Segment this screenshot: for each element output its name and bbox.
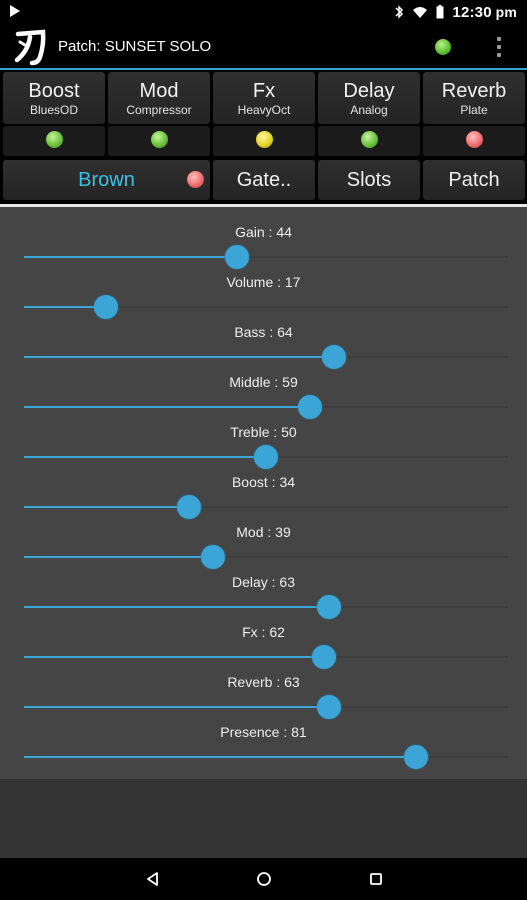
amp-type-label: Brown — [78, 168, 135, 191]
effect-subtitle: Compressor — [126, 103, 192, 117]
effect-title: Fx — [252, 80, 276, 102]
slider-fill — [24, 656, 324, 658]
slider-track[interactable] — [24, 395, 508, 419]
delay-button[interactable]: Delay Analog — [318, 72, 420, 124]
boost-button[interactable]: Boost BluesOD — [3, 72, 105, 124]
gate-label: Gate.. — [236, 168, 292, 191]
recents-icon[interactable] — [364, 868, 388, 890]
reverb-led — [466, 131, 483, 148]
slider-panel: Gain : 44 Volume : 17 Bass : 64 Middle :… — [0, 207, 527, 779]
slider-label: Boost : 34 — [231, 474, 296, 490]
slider-track[interactable] — [24, 545, 508, 569]
slider-label: Gain : 44 — [235, 224, 292, 240]
slider-fill — [24, 756, 416, 758]
amp-led — [187, 171, 204, 188]
slider-track[interactable] — [24, 345, 508, 369]
patch-title: Patch: SUNSET SOLO — [58, 38, 212, 55]
boost-led-toggle[interactable] — [3, 126, 105, 156]
battery-icon — [436, 5, 444, 19]
delay-led — [361, 131, 378, 148]
slots-button[interactable]: Slots — [318, 160, 420, 200]
slider-fill — [24, 456, 266, 458]
slider-label: Bass : 64 — [234, 324, 293, 340]
fx-slider[interactable]: Fx : 62 — [0, 610, 527, 669]
connection-status-indicator — [435, 39, 451, 55]
slider-label: Mod : 39 — [236, 524, 291, 540]
slots-label: Slots — [346, 168, 392, 191]
slider-fill — [24, 706, 329, 708]
amp-type-button[interactable]: Brown — [3, 160, 210, 200]
slider-label: Fx : 62 — [242, 624, 285, 640]
slider-label: Reverb : 63 — [227, 674, 300, 690]
slider-fill — [24, 256, 237, 258]
middle-slider[interactable]: Middle : 59 — [0, 360, 527, 419]
katana-logo-icon — [14, 29, 46, 66]
slider-track[interactable] — [24, 645, 508, 669]
fx-led-toggle[interactable] — [213, 126, 315, 156]
delay-led-toggle[interactable] — [318, 126, 420, 156]
navigation-bar — [0, 858, 527, 900]
reverb-button[interactable]: Reverb Plate — [423, 72, 525, 124]
slider-fill — [24, 506, 189, 508]
home-icon[interactable] — [252, 868, 276, 890]
volume-slider[interactable]: Volume : 17 — [0, 260, 527, 319]
effect-title: Delay — [343, 80, 395, 102]
slider-track[interactable] — [24, 745, 508, 769]
bass-slider[interactable]: Bass : 64 — [0, 310, 527, 369]
effect-title: Boost — [28, 80, 80, 102]
effect-subtitle: Analog — [350, 103, 388, 117]
slider-track[interactable] — [24, 695, 508, 719]
effect-title: Reverb — [441, 80, 507, 102]
slider-label: Presence : 81 — [220, 724, 307, 740]
play-store-icon — [10, 5, 20, 17]
fx-led — [256, 131, 273, 148]
slider-track[interactable] — [24, 595, 508, 619]
presence-slider[interactable]: Presence : 81 — [0, 710, 527, 769]
slider-thumb[interactable] — [404, 745, 428, 769]
gate-button[interactable]: Gate.. — [213, 160, 315, 200]
slider-track[interactable] — [24, 295, 508, 319]
boost-led — [46, 131, 63, 148]
slider-track[interactable] — [24, 245, 508, 269]
reverb-slider[interactable]: Reverb : 63 — [0, 660, 527, 719]
slider-fill — [24, 356, 334, 358]
slider-label: Middle : 59 — [229, 374, 298, 390]
slider-label: Delay : 63 — [231, 574, 296, 590]
slider-fill — [24, 556, 213, 558]
effect-led-row — [0, 126, 527, 158]
slider-label: Volume : 17 — [226, 274, 301, 290]
fx-button[interactable]: Fx HeavyOct — [213, 72, 315, 124]
bluetooth-icon — [395, 5, 404, 19]
patch-button[interactable]: Patch — [423, 160, 525, 200]
overflow-menu-button[interactable] — [491, 35, 507, 59]
action-row: Brown Gate.. Slots Patch — [0, 160, 527, 200]
effect-subtitle: BluesOD — [29, 103, 79, 117]
effects-row: Boost BluesOD Mod Compressor Fx HeavyOct… — [0, 72, 527, 124]
effect-subtitle: Plate — [460, 103, 488, 117]
empty-panel-area — [0, 779, 527, 858]
status-bar: 12:30 pm — [0, 0, 527, 24]
wifi-icon — [413, 6, 428, 18]
effect-subtitle: HeavyOct — [237, 103, 291, 117]
mod-button[interactable]: Mod Compressor — [108, 72, 210, 124]
reverb-led-toggle[interactable] — [423, 126, 525, 156]
app-bar: Patch: SUNSET SOLO — [0, 24, 527, 70]
clock-time: 12:30 pm — [452, 3, 517, 21]
treble-slider[interactable]: Treble : 50 — [0, 410, 527, 469]
slider-track[interactable] — [24, 495, 508, 519]
patch-label: Patch — [448, 168, 500, 191]
mod-led — [151, 131, 168, 148]
delay-slider[interactable]: Delay : 63 — [0, 560, 527, 619]
slider-fill — [24, 406, 310, 408]
mod-led-toggle[interactable] — [108, 126, 210, 156]
slider-fill — [24, 606, 329, 608]
slider-track[interactable] — [24, 445, 508, 469]
mod-slider[interactable]: Mod : 39 — [0, 510, 527, 569]
boost-slider[interactable]: Boost : 34 — [0, 460, 527, 519]
effect-title: Mod — [139, 80, 179, 102]
slider-label: Treble : 50 — [230, 424, 297, 440]
back-icon[interactable] — [140, 868, 164, 890]
gain-slider[interactable]: Gain : 44 — [0, 210, 527, 269]
